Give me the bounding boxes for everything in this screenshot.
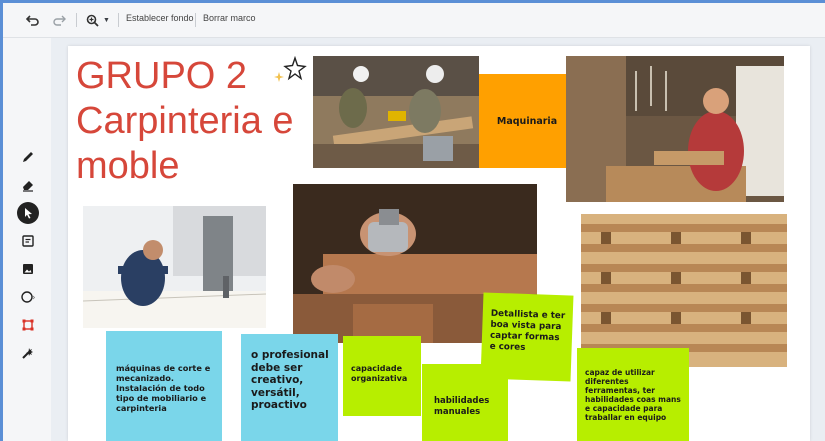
zoom-dropdown[interactable]: ▼ [83,9,113,31]
laser-tool[interactable] [17,342,39,364]
laser-pointer-icon [22,348,33,359]
photo-cnc-machine[interactable] [83,206,266,328]
chevron-down-icon: ▼ [103,16,110,24]
tool-sidebar [3,38,51,441]
photo-construction-carpenters[interactable] [313,56,479,168]
sticky-note-tool[interactable] [17,230,39,252]
set-background-button[interactable]: Establecer fondo [126,13,194,23]
pen-icon [23,152,33,162]
photo-wood-pallets[interactable] [581,214,787,367]
toolbar-divider [195,13,196,27]
sticky-note-capacidade[interactable]: capacidade organizativa [343,336,421,416]
clear-frame-button[interactable]: Borrar marco [203,13,256,23]
redo-icon [53,15,66,26]
sparkle-icon[interactable] [271,56,307,86]
sticky-note-maquinaria[interactable]: Maquinaria [479,74,575,168]
select-tool[interactable] [17,202,39,224]
jamboard-frame[interactable]: GRUPO 2 Carpinteria e moble Maquinaria m… [68,46,810,441]
zoom-icon [86,14,99,27]
shape-tool[interactable] [17,286,39,308]
circle-shape-icon [21,291,36,303]
undo-button[interactable] [23,9,43,31]
toolbar-divider [76,13,77,27]
sticky-note-ferramentas[interactable]: capaz de utilizar diferentes ferramentas… [577,348,689,441]
eraser-tool[interactable] [17,174,39,196]
sticky-note-profesional[interactable]: o profesional debe ser creativo, versáti… [241,334,338,441]
sticky-note-maquinas[interactable]: máquinas de corte e mecanizado. Instalac… [106,331,222,441]
toolbar-divider [118,13,119,27]
photo-workshop-carpenter[interactable] [566,56,784,202]
undo-icon [26,15,39,26]
sticky-note-detallista[interactable]: Detallista e ter boa vista para captar f… [480,292,574,382]
redo-button[interactable] [49,9,69,31]
eraser-icon [23,181,33,192]
frame-select-icon [22,319,34,331]
select-pointer-icon [25,208,32,219]
frame-select-tool[interactable] [17,314,39,336]
pen-tool[interactable] [17,146,39,168]
sticky-note-icon [22,235,34,247]
image-tool[interactable] [17,258,39,280]
top-toolbar: ▼ Establecer fondo Borrar marco [3,3,825,38]
image-icon [23,264,33,274]
